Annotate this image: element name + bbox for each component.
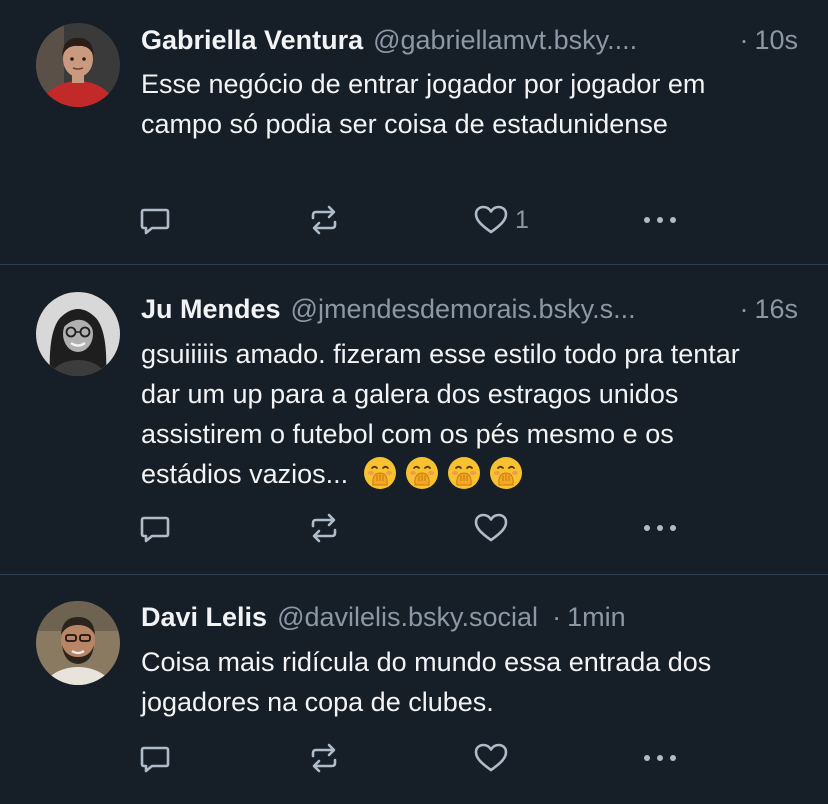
hand-over-mouth-emoji: [489, 457, 522, 489]
repost-icon: [311, 743, 337, 773]
like-button[interactable]: [473, 508, 515, 548]
avatar[interactable]: [36, 601, 120, 685]
author-handle[interactable]: @jmendesdemorais.bsky.s...: [291, 292, 726, 326]
post-actions: 1: [0, 200, 828, 240]
like-button[interactable]: [473, 738, 515, 778]
hand-over-mouth-emoji: [363, 457, 396, 489]
post-header: Ju Mendes @jmendesdemorais.bsky.s... · 1…: [141, 292, 798, 326]
hand-over-mouth-emoji: [405, 457, 438, 489]
more-icon: [644, 217, 676, 223]
separator-dot: ·: [552, 602, 562, 632]
hand-over-mouth-emoji: [447, 457, 480, 489]
post[interactable]: Davi Lelis @davilelis.bsky.social · 1min…: [0, 576, 828, 804]
emoji-group: [356, 457, 524, 489]
like-count: 1: [515, 205, 529, 234]
heart-icon: [474, 743, 508, 772]
post-actions: [0, 508, 828, 548]
author-handle[interactable]: @gabriellamvt.bsky....: [373, 23, 725, 57]
repost-icon: [311, 513, 337, 543]
post-time[interactable]: 1min: [567, 600, 626, 634]
more-icon: [644, 755, 676, 761]
reply-icon: [140, 516, 170, 543]
author-name[interactable]: Davi Lelis: [141, 600, 267, 634]
post[interactable]: Gabriella Ventura @gabriellamvt.bsky....…: [0, 0, 828, 265]
post-header: Gabriella Ventura @gabriellamvt.bsky....…: [141, 23, 798, 57]
avatar[interactable]: [36, 23, 120, 107]
post-text: Coisa mais ridícula do mundo essa entrad…: [141, 647, 712, 717]
more-options-button[interactable]: [640, 508, 680, 548]
feed: Gabriella Ventura @gabriellamvt.bsky....…: [0, 0, 828, 804]
separator-dot: ·: [739, 25, 749, 55]
more-options-button[interactable]: [640, 200, 680, 240]
repost-button[interactable]: [306, 738, 342, 778]
heart-icon: [474, 205, 508, 234]
author-name[interactable]: Gabriella Ventura: [141, 23, 363, 57]
repost-button[interactable]: [306, 200, 342, 240]
reply-icon: [140, 208, 170, 235]
post-text-block: gsuiiiiis amado. fizeram esse estilo tod…: [141, 334, 778, 494]
reply-button[interactable]: [138, 738, 172, 778]
post-time[interactable]: 10s: [754, 23, 798, 57]
repost-icon: [311, 205, 337, 235]
heart-icon: [474, 513, 508, 542]
reply-button[interactable]: [138, 508, 172, 548]
avatar[interactable]: [36, 292, 120, 376]
more-icon: [644, 525, 676, 531]
post-header: Davi Lelis @davilelis.bsky.social · 1min: [141, 600, 798, 634]
post-text: Esse negócio de entrar jogador por jogad…: [141, 69, 706, 139]
author-name[interactable]: Ju Mendes: [141, 292, 281, 326]
separator-dot: ·: [739, 294, 749, 324]
post[interactable]: Ju Mendes @jmendesdemorais.bsky.s... · 1…: [0, 266, 828, 575]
author-handle[interactable]: @davilelis.bsky.social: [277, 600, 538, 634]
post-actions: [0, 738, 828, 778]
like-button[interactable]: 1: [473, 200, 529, 240]
reply-button[interactable]: [138, 200, 172, 240]
more-options-button[interactable]: [640, 738, 680, 778]
reply-icon: [140, 746, 170, 773]
repost-button[interactable]: [306, 508, 342, 548]
post-time[interactable]: 16s: [754, 292, 798, 326]
